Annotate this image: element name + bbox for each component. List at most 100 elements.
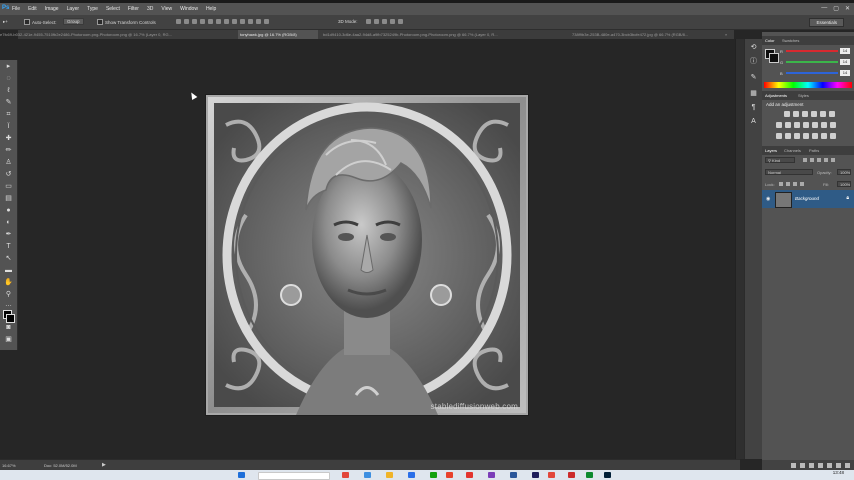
photoshop-taskbar-icon[interactable] <box>604 472 611 478</box>
lock-transparency-icon[interactable] <box>779 182 783 186</box>
tab-layers[interactable]: Layers <box>765 148 777 153</box>
align-left-icon[interactable] <box>200 19 205 24</box>
taskbar-app-icon-9[interactable] <box>548 472 555 478</box>
channel-mixer-icon[interactable] <box>812 122 818 128</box>
color-spectrum-ramp[interactable] <box>764 82 852 88</box>
menu-filter[interactable]: Filter <box>128 6 139 12</box>
vertical-scrollbar[interactable] <box>735 39 744 459</box>
close-button[interactable]: ✕ <box>845 5 850 12</box>
layer-row-background[interactable]: ◉ Background 🔒︎ <box>762 190 854 208</box>
character-panel-icon[interactable]: A <box>749 117 758 126</box>
align-right-icon[interactable] <box>216 19 221 24</box>
marquee-tool-icon[interactable]: ◌ <box>4 74 13 83</box>
green-slider-track[interactable] <box>786 61 838 63</box>
tab-document-1[interactable]: e7fc69-b032-421e-9455-7510fb2e2486-Photo… <box>0 32 250 37</box>
menu-select[interactable]: Select <box>106 6 120 12</box>
color-slider-g[interactable]: G 14 <box>780 59 850 66</box>
gradient-tool-icon[interactable]: ▤ <box>4 194 13 203</box>
threshold-icon[interactable] <box>785 133 791 139</box>
align-top-icon[interactable] <box>176 19 181 24</box>
layer-style-icon[interactable] <box>800 462 805 468</box>
distribute-left-icon[interactable] <box>248 19 253 24</box>
taskbar-app-icon-3[interactable] <box>408 472 415 478</box>
dodge-tool-icon[interactable]: ◐ <box>4 218 13 227</box>
black-white-icon[interactable] <box>794 122 800 128</box>
auto-select-target-dropdown[interactable]: Group <box>63 18 84 25</box>
color-slider-b[interactable]: B 14 <box>780 70 850 77</box>
blend-mode-dropdown[interactable]: Normal <box>765 169 813 175</box>
lasso-tool-icon[interactable]: ℓ <box>4 86 13 95</box>
menu-view[interactable]: View <box>161 6 172 12</box>
solid-color-icon[interactable] <box>812 133 818 139</box>
taskbar-app-icon-8[interactable] <box>532 472 539 478</box>
hue-saturation-icon[interactable] <box>776 122 782 128</box>
brightness-contrast-icon[interactable] <box>784 111 790 117</box>
distribute-center-icon[interactable] <box>256 19 261 24</box>
align-middle-icon[interactable] <box>184 19 189 24</box>
new-group-icon[interactable] <box>827 462 832 468</box>
taskbar-app-icon-4[interactable] <box>430 472 437 478</box>
slide-3d-icon[interactable] <box>390 19 395 24</box>
selective-color-icon[interactable] <box>794 133 800 139</box>
distribute-top-icon[interactable] <box>224 19 229 24</box>
maximize-button[interactable]: ▢ <box>833 5 839 12</box>
taskbar-app-icon-1[interactable] <box>342 472 349 478</box>
gradient-map-icon[interactable] <box>803 133 809 139</box>
hdr-toning-icon[interactable] <box>830 133 836 139</box>
scale-3d-icon[interactable] <box>398 19 403 24</box>
eraser-tool-icon[interactable]: ▭ <box>4 182 13 191</box>
menu-edit[interactable]: Edit <box>28 6 37 12</box>
more-tools-icon[interactable]: … <box>4 300 13 309</box>
hand-tool-icon[interactable]: ✋ <box>4 278 13 287</box>
menu-image[interactable]: Image <box>45 6 59 12</box>
status-menu-arrow-icon[interactable]: ▶ <box>102 462 106 468</box>
menu-type[interactable]: Type <box>87 6 98 12</box>
layer-name[interactable]: Background <box>795 196 819 201</box>
show-transform-checkbox[interactable] <box>97 19 103 25</box>
crop-tool-icon[interactable]: ⌗ <box>4 110 13 119</box>
red-value-field[interactable]: 14 <box>840 48 850 54</box>
chrome-icon[interactable] <box>446 472 453 478</box>
background-color-chip[interactable] <box>769 53 779 63</box>
tab-overflow-icon[interactable]: » <box>725 32 727 37</box>
workspace-switcher[interactable]: Essentials <box>809 18 844 27</box>
color-balance-icon[interactable] <box>785 122 791 128</box>
quick-select-tool-icon[interactable]: ✎ <box>4 98 13 107</box>
pen-tool-icon[interactable]: ✒ <box>4 230 13 239</box>
taskbar-app-icon-11[interactable] <box>586 472 593 478</box>
tab-document-4[interactable]: 738f9b3e-253B-480e-a470-3bcb3bcfe472.jpg… <box>572 32 722 37</box>
layer-kind-filter[interactable]: ⚲ Kind <box>765 157 795 163</box>
paragraph-panel-icon[interactable]: ¶ <box>749 103 758 112</box>
blur-tool-icon[interactable]: ● <box>4 206 13 215</box>
add-mask-icon[interactable] <box>809 462 814 468</box>
background-color-swatch[interactable] <box>6 314 15 323</box>
taskbar-app-icon-6[interactable] <box>488 472 495 478</box>
new-adjustment-layer-icon[interactable] <box>818 462 823 468</box>
pan-3d-icon[interactable] <box>382 19 387 24</box>
roll-3d-icon[interactable] <box>374 19 379 24</box>
link-layers-icon[interactable] <box>791 462 796 468</box>
taskbar-app-icon-7[interactable] <box>510 472 517 478</box>
history-brush-tool-icon[interactable]: ↺ <box>4 170 13 179</box>
lock-all-icon[interactable] <box>800 182 804 186</box>
tab-swatches[interactable]: Swatches <box>782 38 799 43</box>
opacity-field[interactable]: 100% <box>837 169 851 175</box>
menu-file[interactable]: File <box>12 6 20 12</box>
tab-channels[interactable]: Channels <box>784 148 801 153</box>
tab-color[interactable]: Color <box>765 38 775 43</box>
eyedropper-tool-icon[interactable]: ǐ <box>4 122 13 131</box>
brush-tool-icon[interactable]: ✏ <box>4 146 13 155</box>
tab-styles[interactable]: Styles <box>798 93 809 98</box>
zoom-tool-icon[interactable]: ⚲ <box>4 290 13 299</box>
distribute-middle-icon[interactable] <box>232 19 237 24</box>
blue-value-field[interactable]: 14 <box>840 70 850 76</box>
green-value-field[interactable]: 14 <box>840 59 850 65</box>
start-button-icon[interactable] <box>238 472 245 478</box>
menu-3d[interactable]: 3D <box>147 6 153 12</box>
lock-pixels-icon[interactable] <box>786 182 790 186</box>
properties-panel-icon[interactable]: ▦ <box>749 89 758 98</box>
blue-slider-track[interactable] <box>786 72 838 74</box>
curves-icon[interactable] <box>802 111 808 117</box>
exposure-icon[interactable] <box>811 111 817 117</box>
taskbar-search-box[interactable] <box>258 472 330 480</box>
